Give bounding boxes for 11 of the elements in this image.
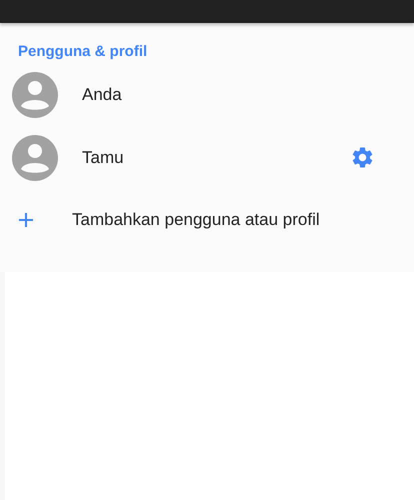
settings-icon[interactable] bbox=[350, 145, 375, 170]
section-header: Pengguna & profil bbox=[17, 42, 148, 62]
user-row[interactable]: Tamu bbox=[0, 126, 414, 189]
avatar-icon bbox=[12, 134, 58, 180]
plus-icon bbox=[18, 212, 34, 228]
user-row[interactable]: Anda bbox=[0, 63, 414, 126]
add-user-label: Tambahkan pengguna atau profil bbox=[72, 210, 320, 230]
user-name: Anda bbox=[82, 84, 122, 104]
avatar-icon bbox=[12, 72, 58, 118]
add-user-row[interactable]: Tambahkan pengguna atau profil bbox=[0, 189, 414, 251]
user-name: Tamu bbox=[82, 148, 124, 168]
